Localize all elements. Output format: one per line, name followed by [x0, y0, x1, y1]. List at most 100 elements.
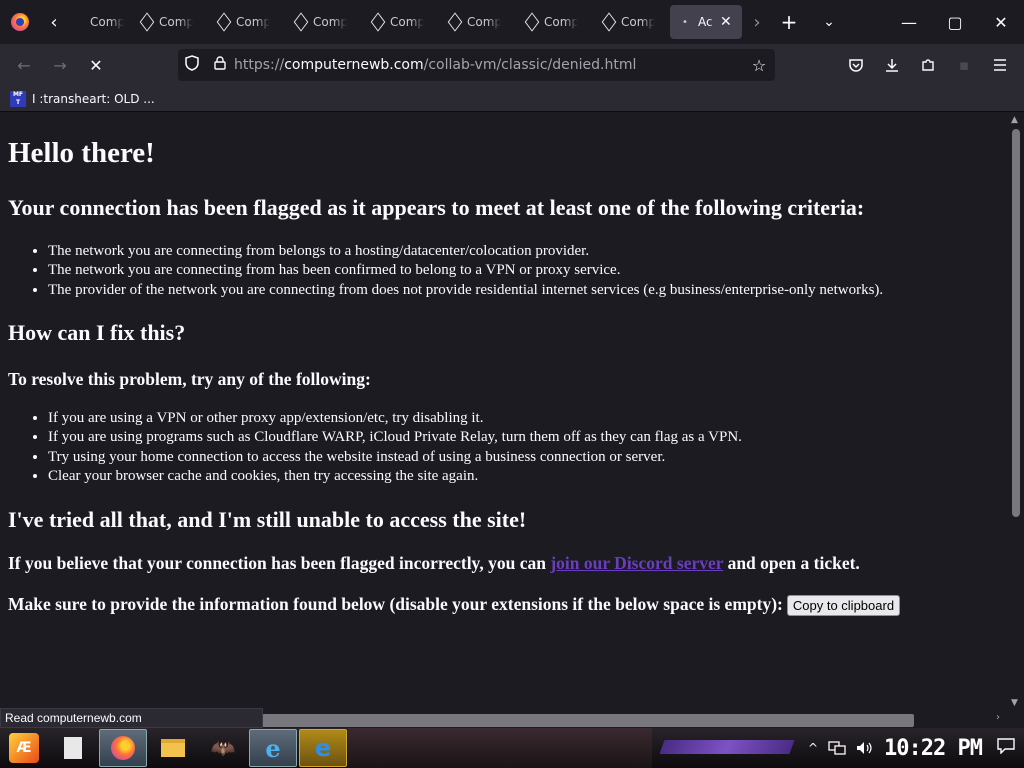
system-tray: ^ 10:22 PM [802, 728, 988, 768]
folder-icon [161, 739, 185, 757]
minimize-button[interactable]: — [886, 0, 932, 44]
hamburger-menu-icon [994, 59, 1006, 71]
bookmark-item[interactable]: MF T I :transheart: OLD ... [10, 90, 155, 107]
firefox-icon [111, 736, 135, 760]
tracking-protection-icon[interactable] [178, 55, 206, 75]
page-title: Hello there! [8, 137, 155, 169]
close-icon: ✕ [994, 12, 1008, 32]
download-icon [886, 59, 898, 72]
volume-icon[interactable] [856, 741, 874, 755]
list-item: Try using your home connection to access… [48, 448, 742, 467]
scroll-down-icon[interactable]: ▼ [1011, 698, 1018, 708]
bookmark-favicon-icon: MF T [10, 90, 26, 107]
tab[interactable]: Comp [131, 5, 207, 39]
clock[interactable]: 10:22 PM [884, 736, 983, 761]
url-host: computernewb.com [284, 57, 424, 73]
flagged-heading: Your connection has been flagged as it a… [8, 195, 865, 220]
tab-label: Comp [313, 15, 347, 29]
tab-label: Comp [159, 15, 193, 29]
edge-icon: e [314, 734, 332, 762]
extension-button[interactable]: ▪ [946, 49, 982, 81]
action-center-button[interactable] [988, 738, 1024, 758]
network-icon[interactable] [828, 741, 846, 755]
taskbar-app-file-explorer[interactable] [149, 729, 197, 767]
copy-to-clipboard-button[interactable]: Copy to clipboard [786, 595, 901, 617]
scroll-up-icon[interactable]: ▲ [1011, 115, 1018, 125]
start-button[interactable]: Æ [0, 728, 48, 768]
file-icon [64, 737, 82, 759]
stop-icon: ✕ [89, 55, 103, 75]
tab-label: Comp [467, 15, 501, 29]
forward-button[interactable]: → [42, 49, 78, 81]
fix-heading: How can I fix this? [8, 320, 186, 345]
url-path: /collab-vm/classic/denied.html [423, 57, 637, 73]
tab[interactable]: Comp [439, 5, 515, 39]
loading-dot-icon: • [682, 16, 688, 28]
tab[interactable]: Comp [208, 5, 284, 39]
close-window-button[interactable]: ✕ [978, 0, 1024, 44]
paragraph-text: and open a ticket. [723, 553, 860, 573]
new-tab-button[interactable]: + [771, 10, 807, 34]
taskbar-empty-area [348, 728, 652, 768]
firefox-view-button[interactable] [0, 0, 40, 44]
bat-icon: 🦇 [210, 736, 236, 760]
arrow-right-icon: → [53, 55, 67, 75]
list-item: If you are using programs such as Cloudf… [48, 428, 742, 447]
stop-button[interactable]: ✕ [78, 49, 114, 81]
app-menu-button[interactable] [982, 49, 1018, 81]
page-content: Hello there! Your connection has been fl… [0, 113, 1008, 713]
list-item: Clear your browser cache and cookies, th… [48, 467, 742, 486]
computernewb-favicon-icon [370, 15, 384, 29]
vertical-scrollbar[interactable]: ▲ ▼ [1008, 113, 1024, 713]
maximize-button[interactable]: ▢ [932, 0, 978, 44]
bookmark-label: I :transheart: OLD ... [32, 91, 155, 106]
tab-scroll-left-button[interactable]: ‹ [40, 0, 68, 44]
bookmark-star-icon[interactable]: ☆ [743, 56, 775, 75]
taskbar: Æ 🦇 e e ^ 10:22 PM [0, 728, 1024, 768]
show-hidden-icons-button[interactable]: ^ [808, 741, 818, 755]
tab-label: Comp [90, 15, 124, 29]
scrollbar-thumb[interactable] [1012, 129, 1020, 517]
close-tab-icon[interactable]: ✕ [720, 14, 732, 30]
discord-link[interactable]: join our Discord server [550, 553, 723, 573]
lock-icon[interactable] [206, 56, 234, 74]
list-all-tabs-button[interactable]: ⌄ [807, 14, 851, 30]
tab-label: Comp [621, 15, 655, 29]
url-bar[interactable]: https://computernewb.com/collab-vm/class… [178, 49, 775, 81]
list-item: The network you are connecting from has … [48, 261, 883, 280]
scrollbar-thumb[interactable] [262, 714, 914, 727]
puzzle-icon [922, 59, 934, 71]
pocket-button[interactable] [838, 49, 874, 81]
tab[interactable]: Comp [516, 5, 592, 39]
internet-explorer-icon: e [265, 733, 281, 763]
tab-label: Comp [544, 15, 578, 29]
back-button[interactable]: ← [6, 49, 42, 81]
tab-strip: ‹ Comp Comp Comp Comp Comp Comp Comp Com… [0, 0, 1024, 44]
taskbar-app-edge[interactable]: e [299, 729, 347, 767]
list-item: The provider of the network you are conn… [48, 281, 883, 300]
url-text[interactable]: https://computernewb.com/collab-vm/class… [234, 57, 743, 73]
tab[interactable]: Comp [68, 5, 130, 39]
chevron-right-icon: › [753, 11, 761, 33]
tab-label: Comp [236, 15, 270, 29]
taskbar-app-internet-explorer[interactable]: e [249, 729, 297, 767]
computernewb-favicon-icon [293, 15, 307, 29]
tab-scroll-right-button[interactable]: › [743, 0, 771, 44]
plus-icon: + [780, 10, 798, 34]
computernewb-favicon-icon [216, 15, 230, 29]
tab-active[interactable]: • Ac ✕ [670, 5, 742, 39]
downloads-button[interactable] [874, 49, 910, 81]
arrow-left-icon: ← [17, 55, 31, 75]
tab[interactable]: Comp [362, 5, 438, 39]
computernewb-favicon-icon [447, 15, 461, 29]
taskbar-app-firefox[interactable] [99, 729, 147, 767]
criteria-list: The network you are connecting from belo… [48, 242, 883, 300]
taskbar-app-explorer-file[interactable] [49, 729, 97, 767]
scroll-right-icon[interactable]: › [996, 712, 1000, 723]
tab[interactable]: Comp [285, 5, 361, 39]
extensions-button[interactable] [910, 49, 946, 81]
paragraph-text: If you believe that your connection has … [8, 553, 551, 573]
taskbar-app-bat[interactable]: 🦇 [199, 729, 247, 767]
tab[interactable]: Comp [593, 5, 669, 39]
list-item: If you are using a VPN or other proxy ap… [48, 409, 742, 428]
